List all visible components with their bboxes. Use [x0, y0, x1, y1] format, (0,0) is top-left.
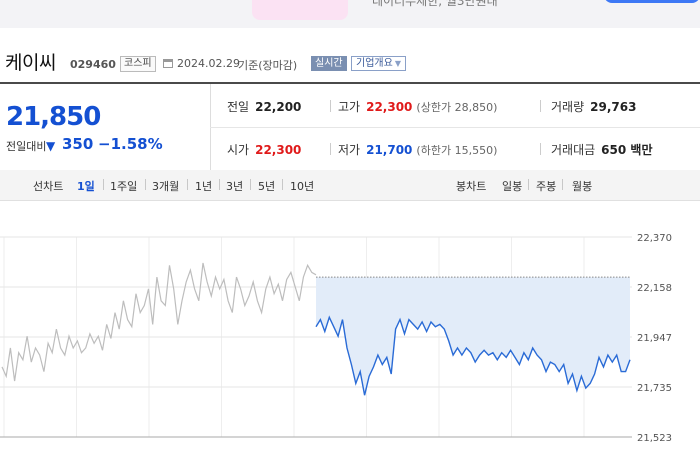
- today-area-fill: [316, 277, 630, 396]
- tab-10year[interactable]: 10년: [290, 178, 314, 194]
- chevron-down-icon: ▼: [394, 59, 401, 68]
- realtime-badge[interactable]: 실시간: [311, 56, 347, 71]
- down-arrow-icon: ▼: [46, 139, 56, 153]
- lower-limit: (하한가 15,550): [416, 144, 498, 157]
- y-tick-label: 22,158: [637, 283, 672, 294]
- change-rate: −1.58%: [98, 135, 163, 153]
- y-tick-label: 21,523: [637, 433, 672, 444]
- tab-divider: [562, 179, 563, 190]
- tab-1day[interactable]: 1일: [77, 178, 95, 194]
- open-price: 시가 22,300: [227, 141, 301, 158]
- high-value: 22,300: [366, 100, 413, 114]
- tab-3year[interactable]: 3년: [226, 178, 243, 194]
- tab-divider: [282, 179, 283, 190]
- series-prev-day-line: [1, 262, 317, 382]
- tab-divider: [528, 179, 529, 190]
- tab-monthly-candle[interactable]: 월봉: [572, 178, 592, 194]
- tab-3month[interactable]: 3개월: [152, 178, 179, 194]
- trade-amount: 거래대금 650 백만: [551, 141, 652, 158]
- volume-value: 29,763: [590, 100, 637, 114]
- quote-date-suffix: 기준(장마감): [238, 59, 298, 72]
- stock-header: 케이씨 029460 코스피 2024.02.29 기준(장마감) 실시간 기업…: [0, 28, 700, 82]
- lower-limit-label: 하한가: [420, 144, 452, 157]
- open-value: 22,300: [255, 143, 302, 157]
- company-overview-button[interactable]: 기업개요 ▼: [351, 56, 406, 71]
- tab-1year[interactable]: 1년: [195, 178, 212, 194]
- volume: 거래량 29,763: [551, 98, 636, 115]
- tab-weekly-candle[interactable]: 주봉: [536, 178, 556, 194]
- quote-date: 2024.02.29: [177, 57, 240, 70]
- tab-divider: [187, 179, 188, 190]
- divider: [210, 127, 700, 128]
- divider: [540, 143, 541, 155]
- candle-chart-label: 봉차트: [456, 180, 487, 193]
- lower-limit-value: 15,550: [454, 144, 494, 157]
- line-chart-label: 선차트: [33, 180, 64, 193]
- stock-name: 케이씨: [5, 52, 56, 74]
- divider: [330, 143, 331, 155]
- high-price: 고가 22,300 (상한가 28,850): [338, 98, 497, 115]
- prev-close-value: 22,200: [255, 100, 302, 114]
- tab-1week[interactable]: 1주일: [110, 178, 137, 194]
- low-label: 저가: [338, 143, 361, 157]
- quote-panel: 21,850 전일대비 ▼ 350 −1.58% 전일 22,200 고가 22,3…: [0, 82, 700, 173]
- intraday-price-chart[interactable]: 22,370 22,158 21,947 21,735 21,523: [0, 200, 700, 450]
- ad-button[interactable]: [604, 0, 700, 3]
- change-label: 전일대비: [6, 140, 47, 153]
- tab-divider: [250, 179, 251, 190]
- tab-5year[interactable]: 5년: [258, 178, 275, 194]
- divider: [540, 100, 541, 112]
- prev-close: 전일 22,200: [227, 98, 301, 115]
- current-price: 21,850: [6, 102, 101, 132]
- open-label: 시가: [227, 143, 250, 157]
- low-price: 저가 21,700 (하한가 15,550): [338, 141, 497, 158]
- y-tick-label: 22,370: [637, 233, 672, 244]
- upper-limit-value: 28,850: [454, 101, 494, 114]
- market-badge: 코스피: [120, 56, 156, 72]
- y-tick-label: 21,947: [637, 333, 672, 344]
- upper-limit-label: 상한가: [420, 101, 452, 114]
- volume-label: 거래량: [551, 100, 585, 114]
- low-value: 21,700: [366, 143, 413, 157]
- tab-divider: [219, 179, 220, 190]
- amount-value: 650 백만: [601, 143, 653, 157]
- high-label: 고가: [338, 100, 361, 114]
- chart-tabs: 선차트 1일 1주일 3개월 1년 3년 5년 10년 봉차트 일봉 주봉 월봉: [0, 170, 700, 201]
- calendar-icon: [163, 59, 173, 68]
- prev-close-label: 전일: [227, 100, 250, 114]
- upper-limit: (상한가 28,850): [416, 101, 498, 114]
- ad-image[interactable]: [252, 0, 348, 20]
- tab-daily-candle[interactable]: 일봉: [502, 178, 522, 194]
- divider: [330, 100, 331, 112]
- change-value: 350: [62, 135, 94, 153]
- top-banner: 데이터무제한, 월3만원대: [0, 0, 700, 28]
- company-overview-label: 기업개요: [356, 58, 393, 69]
- ad-text[interactable]: 데이터무제한, 월3만원대: [372, 0, 498, 9]
- tab-divider: [103, 179, 104, 190]
- tab-divider: [145, 179, 146, 190]
- y-tick-label: 21,735: [637, 383, 672, 394]
- stock-code: 029460: [70, 58, 116, 71]
- amount-label: 거래대금: [551, 143, 596, 157]
